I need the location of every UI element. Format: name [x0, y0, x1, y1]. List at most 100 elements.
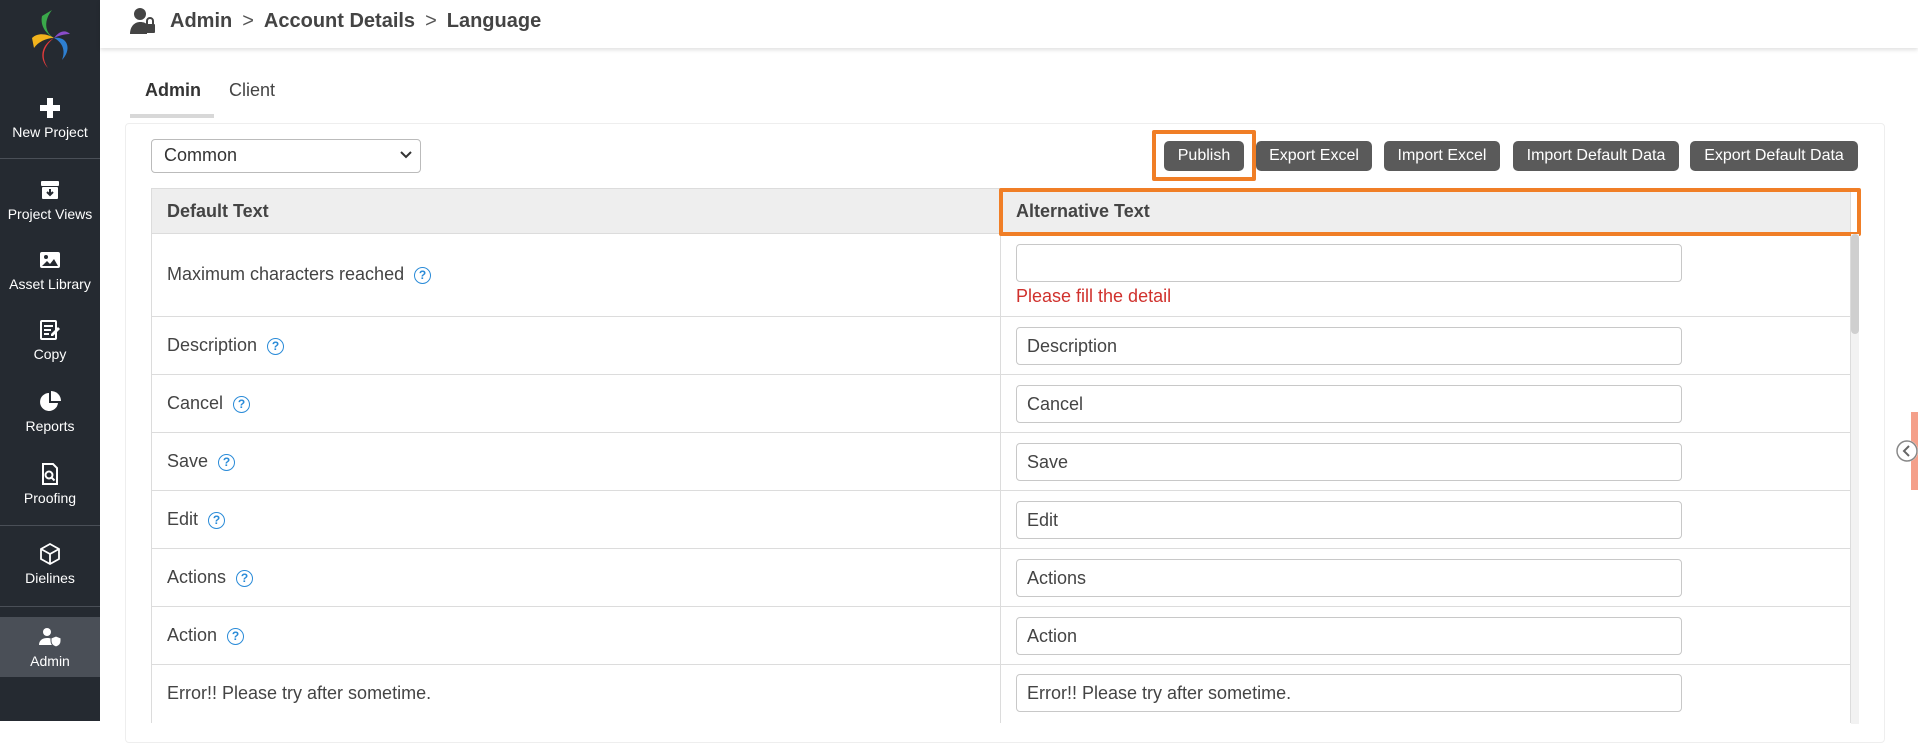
column-separator: [1000, 607, 1001, 664]
table-row: Edit?: [151, 491, 1851, 549]
app-logo-icon[interactable]: [28, 8, 72, 70]
sidebar-item-asset-library[interactable]: Asset Library: [0, 248, 100, 298]
column-separator: [1000, 665, 1001, 723]
default-text-value: Action: [167, 625, 218, 645]
help-icon[interactable]: ?: [414, 267, 432, 284]
sidebar-item-copy[interactable]: Copy: [0, 318, 100, 368]
sidebar-item-dielines[interactable]: Dielines: [0, 542, 100, 592]
sidebar-item-project-views[interactable]: Project Views: [0, 178, 100, 228]
sidebar-item-label: Reports: [25, 418, 75, 434]
table-row: Actions?: [151, 549, 1851, 607]
breadcrumb-admin[interactable]: Admin: [170, 10, 232, 32]
breadcrumb-account-details[interactable]: Account Details: [264, 10, 415, 32]
user-shield-icon: [39, 628, 62, 648]
edit-document-icon: [40, 320, 60, 340]
default-text-value: Error!! Please try after sometime.: [167, 683, 432, 703]
chevron-down-icon: [400, 151, 412, 159]
sidebar-item-admin[interactable]: Admin: [0, 617, 100, 677]
help-icon[interactable]: ?: [267, 338, 285, 355]
box-icon: [40, 542, 60, 566]
export-excel-button[interactable]: Export Excel: [1256, 141, 1372, 171]
error-message: Please fill the detail: [1016, 286, 1172, 306]
help-icon[interactable]: ?: [208, 512, 226, 529]
sidebar-item-label: New Project: [12, 124, 88, 140]
breadcrumb-separator: >: [425, 10, 437, 32]
alternative-text-input[interactable]: [1016, 617, 1682, 655]
alternative-text-input[interactable]: [1016, 244, 1682, 282]
sidebar-item-label: Project Views: [7, 206, 93, 222]
help-icon[interactable]: ?: [227, 628, 245, 645]
default-text-value: Description: [167, 335, 258, 355]
table-row: Cancel?: [151, 375, 1851, 433]
sidebar-item-proofing[interactable]: Proofing: [0, 462, 100, 512]
sidebar-item-label: Dielines: [25, 570, 75, 586]
sidebar-item-label: Asset Library: [9, 276, 91, 292]
table-row: Maximum characters reached? Please fill …: [151, 234, 1851, 317]
table-row: Error!! Please try after sometime.: [151, 665, 1851, 723]
sidebar: New Project Project Views Asset Library …: [0, 0, 100, 721]
breadcrumb-language: Language: [446, 10, 542, 32]
plus-icon: [40, 98, 60, 118]
import-excel-button[interactable]: Import Excel: [1384, 141, 1500, 171]
alternative-text-input[interactable]: [1016, 443, 1682, 481]
publish-highlight: [1152, 130, 1256, 181]
alternative-text-input[interactable]: [1016, 501, 1682, 539]
default-text-value: Edit: [167, 509, 199, 529]
tab-client[interactable]: Client: [229, 78, 275, 118]
tab-admin[interactable]: Admin: [130, 78, 214, 118]
import-default-data-button[interactable]: Import Default Data: [1513, 141, 1679, 171]
help-icon[interactable]: ?: [233, 396, 251, 413]
category-select[interactable]: Common: [151, 139, 421, 173]
default-text-value: Cancel: [167, 393, 224, 413]
default-text-cell: Cancel?: [167, 393, 251, 414]
sidebar-item-label: Copy: [33, 346, 67, 362]
default-text-cell: Actions?: [167, 567, 254, 588]
breadcrumb-separator: >: [242, 10, 254, 32]
image-icon: [40, 252, 60, 268]
scrollbar-thumb[interactable]: [1851, 234, 1859, 334]
top-header: Admin > Account Details > Language: [100, 0, 1918, 48]
search-document-icon: [42, 463, 58, 485]
breadcrumb: Admin > Account Details > Language: [170, 10, 541, 33]
sidebar-item-label: Admin: [30, 653, 70, 669]
column-separator: [1000, 317, 1001, 374]
export-default-data-button[interactable]: Export Default Data: [1690, 141, 1858, 171]
alternative-text-input[interactable]: [1016, 674, 1682, 712]
default-text-cell: Save?: [167, 451, 236, 472]
default-text-cell: Action?: [167, 625, 245, 646]
table-scrollbar[interactable]: [1851, 234, 1859, 724]
sidebar-item-label: Proofing: [23, 490, 77, 506]
default-text-value: Maximum characters reached: [167, 264, 405, 284]
column-separator: [1000, 433, 1001, 490]
default-text-cell: Edit?: [167, 509, 226, 530]
column-separator: [1000, 549, 1001, 606]
alternative-text-input[interactable]: [1016, 327, 1682, 365]
pie-chart-icon: [40, 391, 61, 411]
sidebar-item-new-project[interactable]: New Project: [0, 96, 100, 156]
default-text-value: Save: [167, 451, 209, 471]
table-row: Action?: [151, 607, 1851, 665]
user-lock-icon: [130, 8, 155, 34]
sidebar-divider: [0, 606, 100, 607]
default-text-cell: Description?: [167, 335, 285, 356]
archive-icon: [41, 181, 59, 199]
sidebar-divider: [0, 525, 100, 526]
help-icon[interactable]: ?: [218, 454, 236, 471]
default-text-cell: Error!! Please try after sometime.: [167, 683, 431, 704]
chevron-left-icon[interactable]: [1896, 440, 1918, 462]
sidebar-item-reports[interactable]: Reports: [0, 390, 100, 440]
column-separator: [1000, 234, 1001, 316]
alternative-text-input[interactable]: [1016, 385, 1682, 423]
help-icon[interactable]: ?: [236, 570, 254, 587]
header-default-text: Default Text: [167, 201, 269, 221]
column-separator: [1000, 491, 1001, 548]
table-row: Description?: [151, 317, 1851, 375]
default-text-cell: Maximum characters reached?: [167, 264, 432, 285]
alternative-text-highlight: [999, 188, 1861, 236]
alternative-text-input[interactable]: [1016, 559, 1682, 597]
sidebar-divider: [0, 158, 100, 159]
default-text-value: Actions: [167, 567, 227, 587]
table-row: Save?: [151, 433, 1851, 491]
column-separator: [1000, 375, 1001, 432]
category-select-value: Common: [164, 145, 238, 165]
